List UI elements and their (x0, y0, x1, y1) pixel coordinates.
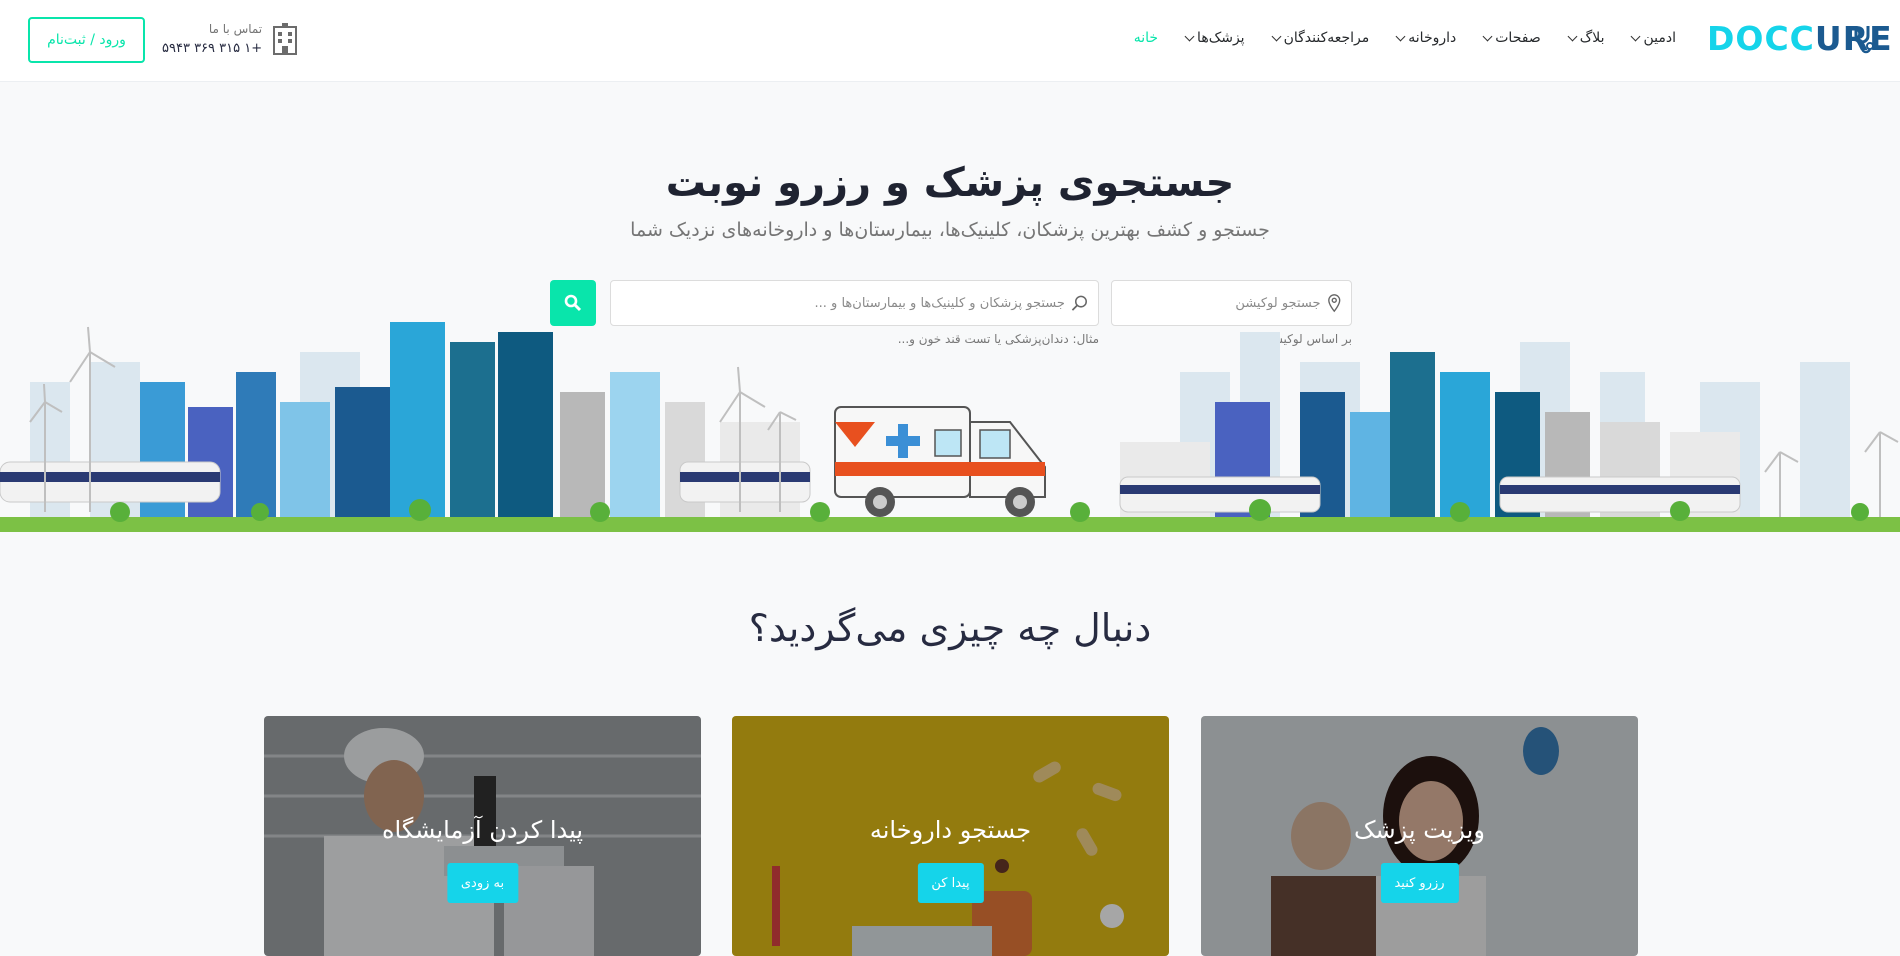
location-input[interactable] (1122, 295, 1321, 311)
nav-label: خانه (1133, 30, 1159, 46)
contact-label: تماس با ما (208, 22, 263, 36)
chevron-down-icon (1631, 31, 1641, 41)
book-appointment-button[interactable]: رزرو کنید (1380, 863, 1459, 903)
search-icon (1071, 295, 1087, 311)
nav-item-pharmacy[interactable]: داروخانه (1383, 26, 1470, 50)
section-title: دنبال چه چیزی می‌گردید؟ (748, 606, 1152, 650)
nav-label: صفحات (1495, 30, 1541, 46)
contact-phone[interactable]: +۱ ۳۱۵ ۳۶۹ ۵۹۴۳ (162, 39, 262, 58)
nav-label: پزشک‌ها (1197, 30, 1245, 46)
card-find-lab[interactable]: پیدا کردن آزمایشگاه به زودی (264, 716, 701, 956)
city-skyline-illustration (0, 322, 1900, 532)
doccure-logo[interactable]: DOCCURE (1707, 16, 1892, 60)
coming-soon-button[interactable]: به زودی (446, 863, 519, 903)
card-title: پیدا کردن آزمایشگاه (381, 816, 584, 844)
hero-section: جستجوی پزشک و رزرو نوبت جستجو و کشف بهتر… (0, 82, 1900, 532)
nav-item-pages[interactable]: صفحات (1470, 26, 1554, 50)
find-pharmacy-button[interactable]: پیدا کن (917, 863, 984, 903)
nav-item-patients[interactable]: مراجعه‌کنندگان (1259, 26, 1384, 50)
chevron-down-icon (1271, 31, 1282, 41)
nav-label: ادمین (1643, 30, 1676, 46)
nav-item-home[interactable]: خانه (1120, 26, 1172, 50)
card-find-pharmacy[interactable]: جستجو داروخانه پیدا کن (732, 716, 1169, 956)
card-title: جستجو داروخانه (869, 816, 1032, 844)
header-contact: تماس با ما +۱ ۳۱۵ ۳۶۹ ۵۹۴۳ (162, 20, 298, 58)
logo-part1: DOCC (1707, 18, 1815, 58)
login-register-button[interactable]: ورود / ثبت‌نام (28, 17, 145, 63)
chevron-down-icon (1395, 31, 1406, 41)
site-header: DOCCURE خانه پزشک‌ها مراجعه‌کنندگان دارو… (0, 0, 1900, 82)
hero-title: جستجوی پزشک و رزرو نوبت (665, 160, 1235, 206)
chevron-down-icon (1184, 31, 1195, 41)
search-icon (564, 294, 582, 312)
main-nav: خانه پزشک‌ها مراجعه‌کنندگان داروخانه صفح… (1120, 26, 1690, 50)
nav-item-blog[interactable]: بلاگ (1555, 26, 1619, 50)
nav-label: مراجعه‌کنندگان (1283, 30, 1370, 46)
nav-item-admin[interactable]: ادمین (1618, 26, 1690, 50)
nav-item-doctors[interactable]: پزشک‌ها (1172, 26, 1259, 50)
hospital-building-icon (273, 23, 298, 55)
card-visit-doctor[interactable]: ویزیت پزشک رزرو کنید (1201, 716, 1638, 956)
nav-label: بلاگ (1579, 30, 1605, 46)
keyword-input[interactable] (621, 295, 1065, 311)
logo-part2: U (1814, 18, 1843, 58)
chevron-down-icon (1567, 31, 1578, 41)
map-marker-icon (1327, 294, 1340, 313)
stethoscope-icon (1854, 26, 1874, 54)
card-title: ویزیت پزشک (1354, 816, 1485, 844)
chevron-down-icon (1482, 31, 1493, 41)
hero-subtitle: جستجو و کشف بهترین پزشکان، کلینیک‌ها، بی… (630, 219, 1270, 241)
nav-label: داروخانه (1408, 30, 1457, 46)
